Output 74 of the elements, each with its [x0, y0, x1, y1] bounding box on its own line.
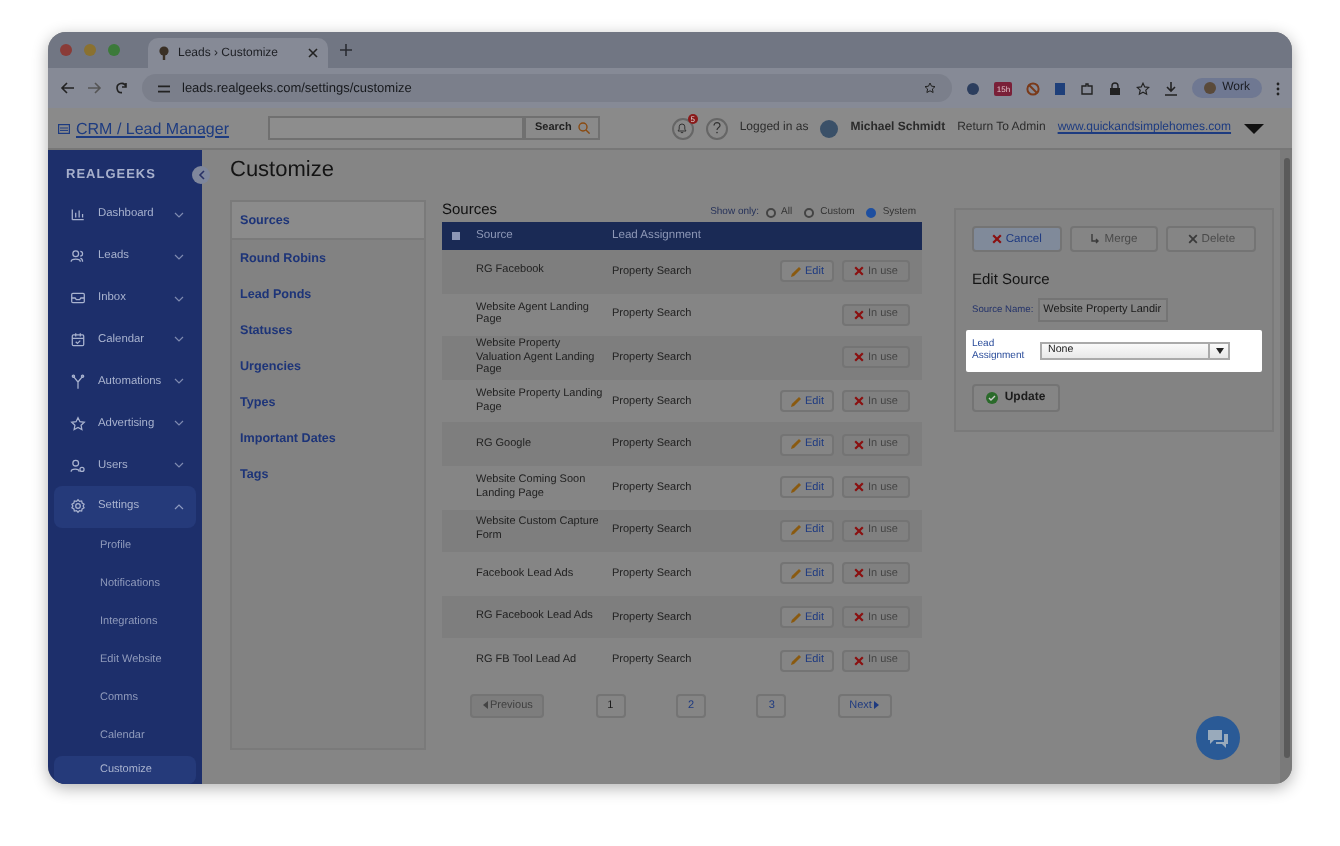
right-triangle-icon	[871, 700, 880, 711]
chat-icon	[1206, 727, 1230, 749]
user-avatar	[820, 119, 839, 137]
bookmark-star-icon[interactable]	[924, 82, 937, 94]
x-icon	[854, 655, 864, 666]
x-icon	[854, 439, 864, 450]
filter-radio[interactable]	[765, 207, 776, 217]
chat-button[interactable]	[1196, 716, 1240, 760]
favicon-icon	[158, 46, 170, 60]
sidebar-item-icon	[70, 248, 86, 265]
star-list-icon[interactable]	[1136, 81, 1151, 95]
x-icon	[854, 568, 864, 579]
blocked-icon[interactable]	[1026, 81, 1041, 95]
sidebar-item-icon	[70, 415, 86, 432]
chevron-down-icon	[174, 420, 184, 427]
x-icon	[854, 352, 864, 363]
pencil-icon	[789, 265, 802, 278]
sidebar-item-icon	[70, 206, 86, 223]
sidebar-item-icon	[70, 457, 86, 473]
x-icon	[854, 266, 864, 277]
collapse-sidebar-icon[interactable]	[192, 166, 210, 185]
select-all-checkbox[interactable]	[452, 232, 460, 240]
left-triangle-icon	[482, 700, 490, 711]
bell-icon	[676, 122, 689, 134]
pencil-icon	[789, 654, 802, 667]
sidebar-item-icon	[70, 290, 86, 307]
search-icon	[577, 122, 590, 134]
lock-icon[interactable]	[1108, 81, 1123, 95]
pencil-icon	[789, 611, 802, 624]
chevron-up-icon	[174, 503, 184, 510]
sidebar-item-icon	[70, 331, 86, 348]
sidebar-item-icon	[70, 373, 86, 390]
x-icon	[991, 234, 1002, 244]
chevron-down-icon	[174, 295, 184, 302]
list-icon	[58, 123, 70, 133]
download-icon[interactable]	[1164, 81, 1179, 95]
avatar-icon	[1204, 82, 1217, 94]
new-tab-icon[interactable]	[340, 44, 352, 56]
pencil-icon	[789, 395, 802, 408]
crm-link[interactable]: CRM / Lead Manager	[58, 119, 229, 137]
chevron-down-icon	[174, 336, 184, 343]
forward-icon[interactable]	[88, 82, 102, 94]
merge-icon	[1090, 233, 1101, 245]
dropdown-caret-icon[interactable]	[1243, 123, 1264, 133]
page-title: Customize	[230, 158, 336, 182]
sidebar-item-icon	[70, 498, 86, 515]
help-icon	[711, 122, 722, 134]
chevron-down-icon	[174, 378, 184, 385]
filter-radio[interactable]	[866, 207, 877, 217]
site-settings-icon[interactable]	[158, 83, 170, 93]
chevron-down-icon	[174, 211, 184, 218]
pencil-icon	[789, 524, 802, 537]
pencil-icon	[789, 481, 802, 494]
pencil-icon	[789, 438, 802, 451]
x-icon	[854, 482, 864, 493]
dropdown-arrow-icon	[1215, 347, 1223, 353]
x-icon	[854, 309, 864, 320]
help-button[interactable]	[705, 117, 728, 139]
extension-icon[interactable]	[966, 81, 981, 95]
scrollbar[interactable]	[1283, 158, 1289, 758]
close-tab-icon[interactable]	[308, 48, 318, 58]
x-icon	[1187, 234, 1198, 244]
chevron-down-icon	[174, 253, 184, 260]
x-icon	[854, 612, 864, 623]
pencil-icon	[789, 567, 802, 580]
x-icon	[854, 396, 864, 407]
check-icon	[986, 392, 999, 404]
search-field[interactable]	[268, 116, 525, 140]
back-icon[interactable]	[60, 82, 74, 94]
x-icon	[854, 525, 864, 536]
chevron-down-icon	[174, 462, 184, 468]
filter-radio[interactable]	[804, 207, 815, 217]
close-window-button[interactable]	[60, 44, 72, 56]
reload-icon[interactable]	[116, 82, 128, 94]
